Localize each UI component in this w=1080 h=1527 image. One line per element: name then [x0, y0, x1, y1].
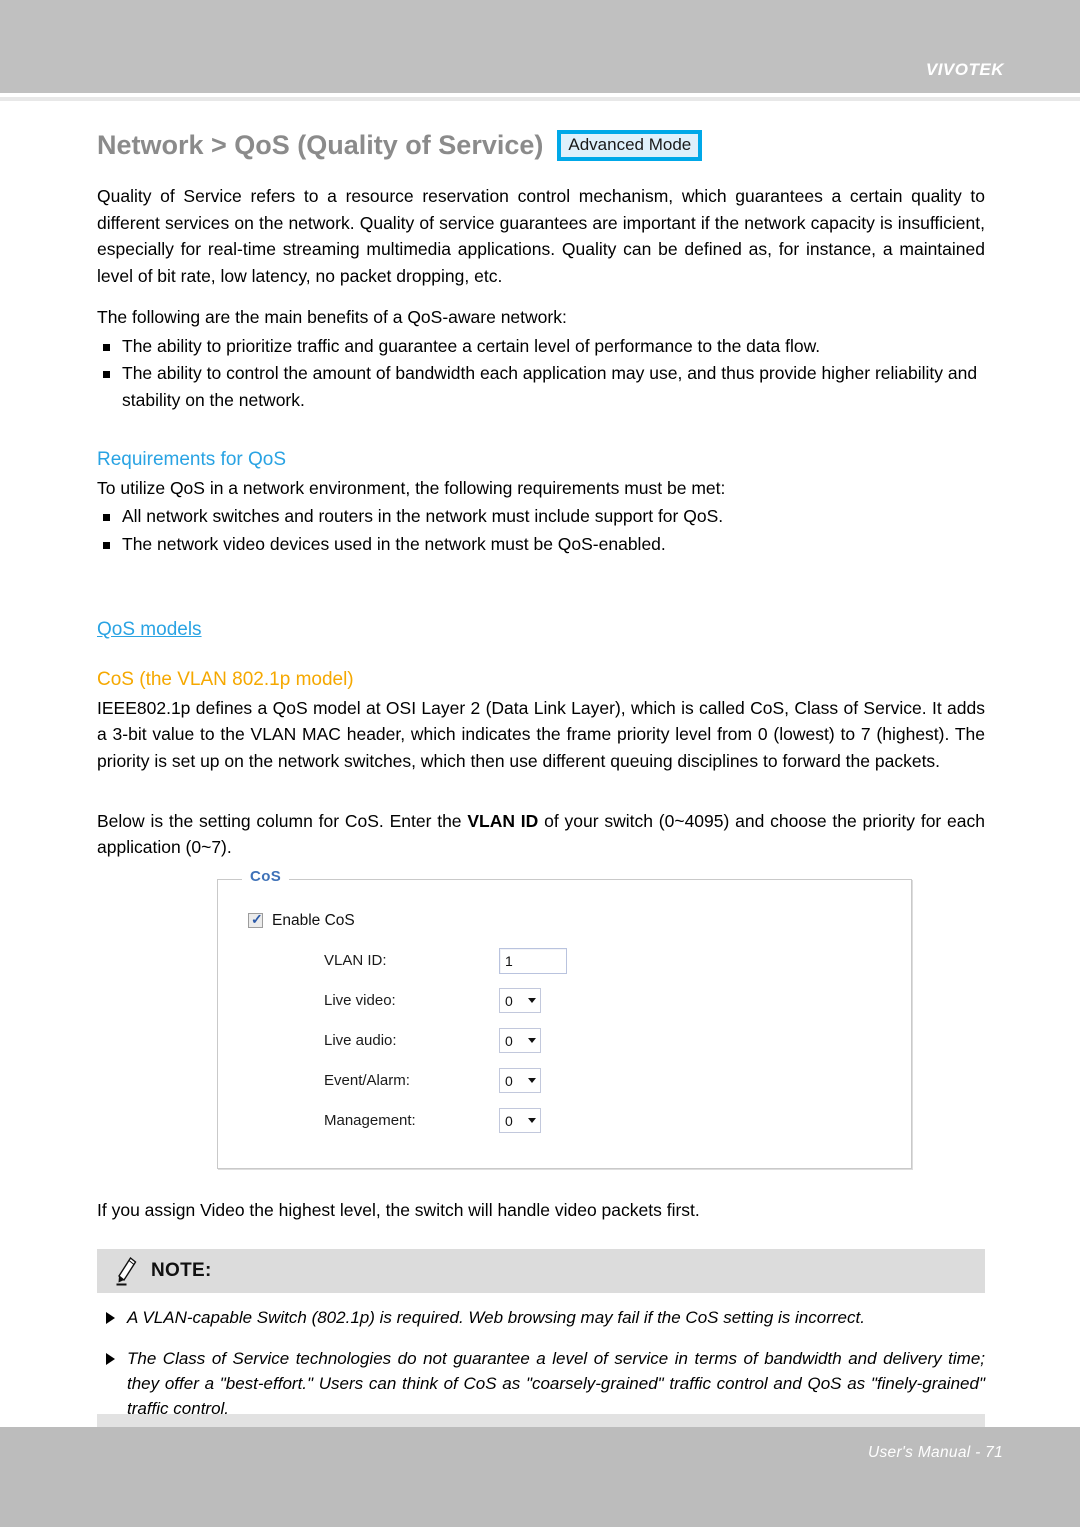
live-audio-row: Live audio: 0: [324, 1026, 911, 1056]
square-bullet-icon: [103, 541, 110, 549]
note-title: NOTE:: [151, 1260, 212, 1282]
requirements-lead: To utilize QoS in a network environment,…: [97, 477, 726, 498]
list-item: The ability to prioritize traffic and gu…: [97, 333, 985, 359]
advanced-mode-badge[interactable]: Advanced Mode: [557, 130, 703, 162]
vlan-id-row: VLAN ID: 1: [324, 946, 911, 976]
list-item: The Class of Service technologies do not…: [97, 1347, 985, 1421]
list-item-text: The ability to prioritize traffic and gu…: [122, 336, 821, 356]
footer-separator: [97, 1414, 985, 1428]
live-audio-label: Live audio:: [324, 1032, 397, 1050]
vlan-id-label: VLAN ID:: [324, 952, 387, 970]
vlan-id-emphasis: VLAN ID: [467, 810, 539, 831]
list-item-text: The ability to control the amount of ban…: [122, 363, 978, 410]
square-bullet-icon: [103, 514, 110, 522]
event-alarm-value: 0: [505, 1072, 513, 1089]
vlan-id-input[interactable]: 1: [499, 947, 567, 974]
enable-cos-label: Enable CoS: [272, 911, 355, 929]
benefits-list: The ability to prioritize traffic and gu…: [97, 333, 985, 413]
event-alarm-label: Event/Alarm:: [324, 1072, 410, 1090]
chevron-down-icon: [528, 1118, 536, 1124]
note-item-text: A VLAN-capable Switch (802.1p) is requir…: [127, 1308, 865, 1328]
live-video-row: Live video: 0: [324, 986, 911, 1016]
list-item: All network switches and routers in the …: [97, 503, 985, 529]
list-item: The ability to control the amount of ban…: [97, 360, 985, 413]
list-item: The network video devices used in the ne…: [97, 531, 985, 557]
live-video-select[interactable]: 0: [499, 988, 541, 1014]
note-item-text: The Class of Service technologies do not…: [127, 1349, 985, 1418]
square-bullet-icon: [103, 344, 110, 351]
setting-intro-a: Below is the setting column for CoS. Ent…: [97, 810, 468, 831]
chevron-down-icon: [528, 1078, 536, 1084]
page-title: Network > QoS (Quality of Service): [97, 130, 544, 161]
cos-model-heading: CoS (the VLAN 802.1p model): [97, 668, 354, 690]
live-video-label: Live video:: [324, 992, 396, 1010]
square-bullet-icon: [103, 371, 110, 379]
checkmark-icon: ✓: [251, 911, 263, 928]
list-item: A VLAN-capable Switch (802.1p) is requir…: [97, 1306, 985, 1331]
requirements-heading: Requirements for QoS: [97, 448, 287, 470]
page-content: Network > QoS (Quality of Service) Advan…: [97, 130, 985, 1503]
setting-intro-paragraph: Below is the setting column for CoS. Ent…: [97, 808, 985, 861]
live-audio-value: 0: [505, 1032, 513, 1049]
footer-page-label: User's Manual - 71: [868, 1444, 1003, 1461]
enable-cos-checkbox[interactable]: ✓: [248, 911, 263, 929]
event-alarm-row: Event/Alarm: 0: [324, 1066, 911, 1096]
list-item-text: The network video devices used in the ne…: [122, 533, 666, 554]
management-row: Management: 0: [324, 1106, 911, 1136]
qos-models-heading[interactable]: QoS models: [97, 619, 202, 641]
after-panel-paragraph: If you assign Video the highest level, t…: [97, 1199, 700, 1220]
page-header-bar: VIVOTEK: [0, 0, 1080, 93]
page-footer-bar: [0, 1427, 1080, 1527]
live-audio-select[interactable]: 0: [499, 1028, 541, 1054]
legend-dash: [218, 878, 236, 880]
live-video-value: 0: [505, 992, 513, 1009]
chevron-down-icon: [528, 998, 536, 1004]
management-value: 0: [505, 1112, 513, 1129]
intro-paragraph: Quality of Service refers to a resource …: [97, 186, 985, 286]
list-item-text: All network switches and routers in the …: [122, 506, 724, 527]
requirements-list: All network switches and routers in the …: [97, 503, 985, 557]
management-select[interactable]: 0: [499, 1108, 541, 1134]
benefits-lead: The following are the main benefits of a…: [97, 307, 567, 328]
header-divider: [0, 97, 1080, 101]
management-label: Management:: [324, 1112, 416, 1130]
event-alarm-select[interactable]: 0: [499, 1068, 541, 1094]
triangle-bullet-icon: [106, 1312, 115, 1325]
note-header: NOTE:: [97, 1249, 985, 1294]
cos-panel-legend: CoS: [242, 867, 290, 885]
pencil-icon: [116, 1257, 137, 1286]
enable-cos-row[interactable]: ✓ Enable CoS: [248, 912, 911, 930]
page-title-row: Network > QoS (Quality of Service) Advan…: [97, 130, 985, 162]
triangle-bullet-icon: [106, 1353, 115, 1366]
cos-model-paragraph: IEEE802.1p defines a QoS model at OSI La…: [97, 697, 985, 772]
chevron-down-icon: [528, 1038, 536, 1044]
vivotek-logo: VIVOTEK: [925, 60, 1004, 79]
cos-settings-panel: CoS ✓ Enable CoS VLAN ID: 1 Live video: …: [217, 867, 912, 1169]
